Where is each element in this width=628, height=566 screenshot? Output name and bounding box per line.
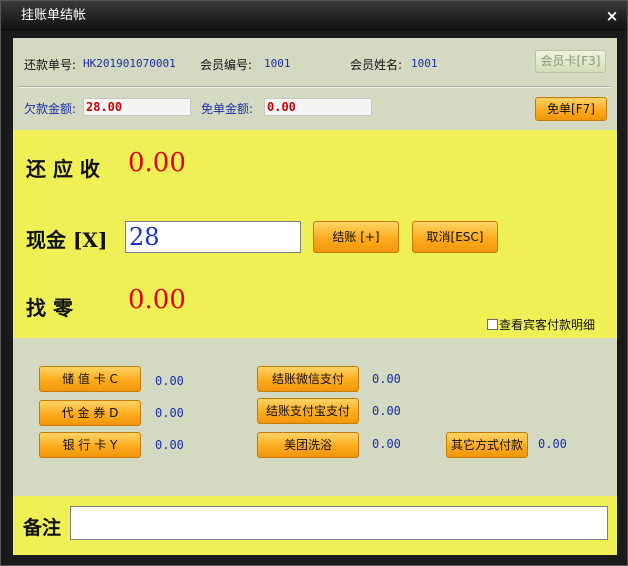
note-panel: 备注 [13, 496, 617, 555]
close-icon[interactable]: × [603, 1, 621, 31]
alipay-amount: 0.00 [372, 404, 401, 418]
change-value: 0.00 [128, 285, 186, 315]
stored-value-card-amount: 0.00 [155, 374, 184, 388]
title-bar: 挂账单结帐 × [1, 1, 627, 31]
stored-value-card-button[interactable]: 储 值 卡 C [39, 366, 141, 392]
cash-input[interactable]: 28 [125, 221, 301, 253]
checkout-window: 挂账单结帐 × 还款单号: HK201901070001 会员编号: 1001 … [0, 0, 628, 566]
note-label: 备注 [23, 517, 62, 539]
change-label: 找 零 [26, 296, 73, 320]
waive-amount-label: 免单金额: [201, 102, 254, 116]
order-no-label: 还款单号: [24, 58, 77, 72]
meituan-bath-button[interactable]: 美团洗浴 [257, 432, 359, 458]
meituan-bath-amount: 0.00 [372, 437, 401, 451]
waive-button[interactable]: 免单[F7] [535, 97, 607, 121]
payment-detail-checkbox[interactable] [487, 319, 498, 330]
summary-panel: 还 应 收 0.00 现金 [X] 28 结账 [+] 取消[ESC] 找 零 … [13, 130, 617, 338]
alipay-button[interactable]: 结账支付宝支付 [257, 398, 359, 424]
cancel-button[interactable]: 取消[ESC] [412, 221, 498, 253]
dialog-body: 还款单号: HK201901070001 会员编号: 1001 会员姓名: 10… [13, 38, 617, 555]
member-card-button[interactable]: 会员卡[F3] [535, 50, 606, 73]
member-name-value: 1001 [411, 57, 438, 70]
debt-row: 欠款金额: 28.00 免单金额: 0.00 免单[F7] [13, 90, 617, 130]
debt-amount-label: 欠款金额: [24, 102, 77, 116]
wechat-pay-button[interactable]: 结账微信支付 [257, 366, 359, 392]
other-payment-amount: 0.00 [538, 437, 567, 451]
payment-detail-toggle[interactable]: 查看宾客付款明细 [487, 316, 595, 333]
cash-label: 现金 [X] [26, 228, 108, 252]
checkout-button[interactable]: 结账 [+] [313, 221, 399, 253]
voucher-button[interactable]: 代 金 券 D [39, 400, 141, 426]
note-input[interactable] [70, 506, 608, 540]
wechat-pay-amount: 0.00 [372, 372, 401, 386]
order-info-row: 还款单号: HK201901070001 会员编号: 1001 会员姓名: 10… [13, 38, 617, 88]
member-no-value: 1001 [264, 57, 291, 70]
amount-due-value: 0.00 [128, 148, 186, 178]
order-no-value: HK201901070001 [83, 57, 176, 70]
window-title: 挂账单结帐 [21, 8, 87, 23]
divider [19, 86, 611, 88]
voucher-amount: 0.00 [155, 406, 184, 420]
member-no-label: 会员编号: [200, 58, 253, 72]
debt-amount-field: 28.00 [83, 98, 191, 116]
payment-detail-label: 查看宾客付款明细 [499, 318, 596, 332]
waive-amount-field: 0.00 [264, 98, 372, 116]
bank-card-button[interactable]: 银 行 卡 Y [39, 432, 141, 458]
member-name-label: 会员姓名: [350, 58, 403, 72]
amount-due-label: 还 应 收 [26, 157, 100, 181]
bank-card-amount: 0.00 [155, 438, 184, 452]
other-payment-button[interactable]: 其它方式付款 [446, 432, 528, 458]
